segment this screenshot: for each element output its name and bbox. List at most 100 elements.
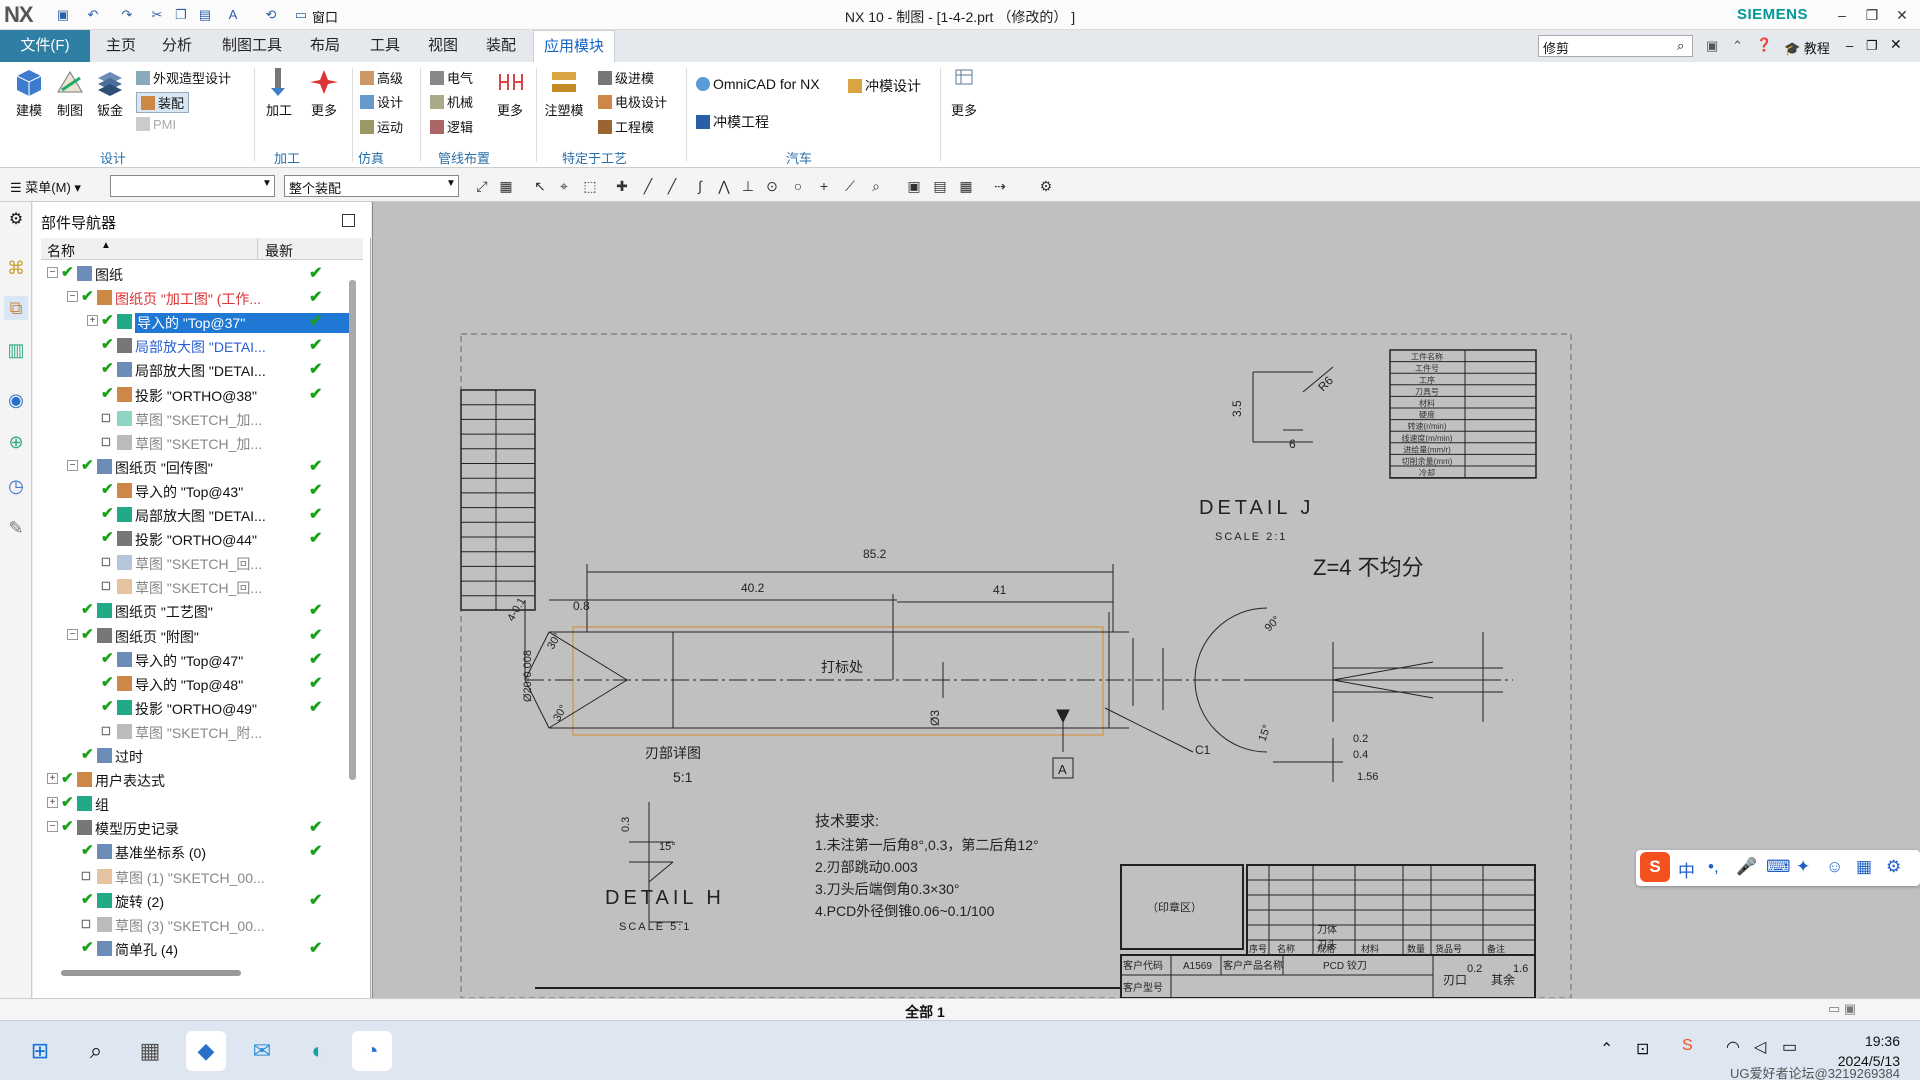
motion-button[interactable]: 运动 bbox=[360, 117, 403, 136]
intersect-icon[interactable]: ⊥ bbox=[738, 176, 758, 196]
cut-icon[interactable]: ✂ bbox=[148, 6, 166, 24]
visibility-check-icon[interactable]: ✔ bbox=[101, 673, 114, 691]
modeling-button[interactable]: 建模 bbox=[9, 66, 49, 119]
window-menu[interactable]: 窗口 bbox=[312, 7, 338, 26]
layer-icon[interactable]: ▦ bbox=[956, 176, 976, 196]
assembly-navigator-icon[interactable]: ⌘ bbox=[4, 256, 28, 280]
visibility-check-icon[interactable]: ✔ bbox=[81, 600, 94, 618]
layout-icon[interactable]: ▣ bbox=[1706, 38, 1718, 54]
end-point-icon[interactable]: ╱ bbox=[662, 176, 682, 196]
redo-icon[interactable]: ↷ bbox=[118, 6, 136, 24]
ime-settings-icon[interactable]: ⚙ bbox=[1886, 857, 1901, 877]
tree-row[interactable]: ✔ 图纸页 "工艺图" ✔ bbox=[41, 599, 373, 623]
browser-app-icon[interactable]: ◔ bbox=[352, 1031, 392, 1071]
visibility-check-icon[interactable]: ☐ bbox=[81, 918, 91, 931]
horizontal-scrollbar[interactable] bbox=[61, 970, 241, 976]
punctuation-icon[interactable]: •, bbox=[1708, 857, 1719, 877]
tab-view[interactable]: 视图 bbox=[418, 30, 468, 62]
tab-layout[interactable]: 布局 bbox=[300, 30, 350, 62]
part-navigator-icon[interactable]: ⧉ bbox=[4, 296, 28, 320]
search-icon[interactable]: ⌕ bbox=[1677, 38, 1684, 54]
collapse-ribbon-icon[interactable]: ⌃ bbox=[1732, 38, 1743, 54]
visibility-check-icon[interactable]: ☐ bbox=[101, 556, 111, 569]
tree-row[interactable]: ☐ 草图 "SKETCH_附... bbox=[41, 720, 373, 744]
type-filter-select[interactable] bbox=[110, 175, 275, 197]
tree-row[interactable]: ✔ 导入的 "Top@48" ✔ bbox=[41, 672, 373, 696]
expand-icon[interactable]: + bbox=[87, 315, 98, 327]
undo-icon[interactable]: ↶ bbox=[84, 6, 102, 24]
visibility-check-icon[interactable]: ✔ bbox=[81, 287, 94, 305]
tree-row[interactable]: ✔ 基准坐标系 (0) ✔ bbox=[41, 840, 373, 864]
collapse-icon[interactable]: − bbox=[47, 267, 58, 278]
curve-icon[interactable]: ∫ bbox=[690, 176, 710, 196]
visibility-check-icon[interactable]: ✔ bbox=[61, 263, 74, 281]
visibility-check-icon[interactable]: ✔ bbox=[81, 938, 94, 956]
tree-row[interactable]: + ✔ 导入的 "Top@37" ✔ bbox=[41, 310, 373, 334]
drafting-button[interactable]: 制图 bbox=[50, 66, 90, 119]
tree-row[interactable]: + ✔ 组 bbox=[41, 792, 373, 816]
electrode-design-button[interactable]: 电极设计 bbox=[598, 92, 667, 111]
tree-row[interactable]: − ✔ 图纸页 "附图" ✔ bbox=[41, 624, 373, 648]
history-icon[interactable]: ◷ bbox=[4, 474, 28, 498]
routing-more-button[interactable]: 更多 bbox=[490, 66, 530, 119]
settings-gear-icon[interactable]: ⚙ bbox=[4, 208, 28, 232]
center-icon[interactable]: ⊙ bbox=[762, 176, 782, 196]
window-icon[interactable]: ▭ bbox=[292, 6, 310, 24]
expand-icon[interactable]: + bbox=[47, 773, 58, 785]
command-search-input[interactable]: 修剪 bbox=[1538, 35, 1693, 57]
restore-button[interactable]: ❐ bbox=[1858, 4, 1886, 26]
sheet-metal-button[interactable]: 钣金 bbox=[90, 66, 130, 119]
reuse-library-icon[interactable]: ▥ bbox=[4, 338, 28, 362]
visibility-check-icon[interactable]: ✔ bbox=[81, 841, 94, 859]
wifi-icon[interactable]: ◠ bbox=[1726, 1037, 1740, 1057]
column-latest[interactable]: 最新 bbox=[265, 241, 293, 261]
tab-tools[interactable]: 工具 bbox=[360, 30, 410, 62]
visibility-check-icon[interactable]: ✔ bbox=[101, 311, 114, 329]
tab-application[interactable]: 应用模块 bbox=[533, 30, 616, 62]
toolbox-icon[interactable]: ▦ bbox=[1856, 857, 1872, 877]
keyboard-icon[interactable]: ⌨ bbox=[1766, 857, 1791, 877]
repeat-command-icon[interactable]: ⟲ bbox=[262, 6, 280, 24]
visibility-check-icon[interactable]: ✔ bbox=[81, 890, 94, 908]
render-icon[interactable]: ▤ bbox=[930, 176, 950, 196]
microphone-icon[interactable]: 🎤 bbox=[1736, 857, 1757, 877]
tutorial-link[interactable]: 🎓 教程 bbox=[1784, 38, 1830, 57]
tree-row[interactable]: ☐ 草图 (3) "SKETCH_00... bbox=[41, 913, 373, 937]
tree-row[interactable]: ✔ 投影 "ORTHO@38" ✔ bbox=[41, 383, 373, 407]
visibility-check-icon[interactable]: ✔ bbox=[81, 625, 94, 643]
visibility-check-icon[interactable]: ✔ bbox=[101, 528, 114, 546]
mechanical-button[interactable]: 机械 bbox=[430, 92, 473, 111]
die-engineering-button[interactable]: 冲模工程 bbox=[696, 112, 769, 132]
web-browser-icon[interactable]: ⊕ bbox=[4, 430, 28, 454]
visibility-check-icon[interactable]: ☐ bbox=[101, 725, 111, 738]
sogou-icon[interactable]: S bbox=[1640, 852, 1670, 882]
settings-icon[interactable]: ⚙ bbox=[1036, 176, 1056, 196]
manufacturing-button[interactable]: 加工 bbox=[259, 66, 299, 119]
point-on-curve-icon[interactable]: ⟋ bbox=[840, 176, 860, 196]
tree-row[interactable]: ☐ 草图 "SKETCH_回... bbox=[41, 551, 373, 575]
tab-assembly[interactable]: 装配 bbox=[476, 30, 526, 62]
pmi-button[interactable]: PMI bbox=[136, 117, 176, 132]
visibility-check-icon[interactable]: ☐ bbox=[101, 580, 111, 593]
die-design-button[interactable]: 冲模设计 bbox=[848, 76, 921, 96]
view-icon[interactable]: ▣ bbox=[904, 176, 924, 196]
visibility-check-icon[interactable]: ✔ bbox=[101, 649, 114, 667]
assembly-button[interactable]: 装配 bbox=[136, 92, 190, 113]
skin-icon[interactable]: ✦ bbox=[1796, 857, 1810, 877]
doc-restore-button[interactable]: ❐ bbox=[1866, 38, 1878, 54]
help-icon[interactable]: ❓ bbox=[1756, 37, 1772, 53]
expand-icon[interactable]: + bbox=[47, 797, 58, 809]
text-format-icon[interactable]: A bbox=[224, 6, 242, 24]
mold-wizard-button[interactable]: 注塑模 bbox=[544, 66, 584, 119]
lasso-icon[interactable]: ⌖ bbox=[554, 176, 574, 196]
visibility-check-icon[interactable]: ✔ bbox=[101, 335, 114, 353]
tray-chevron-icon[interactable]: ⌃ bbox=[1600, 1039, 1613, 1059]
circle-icon[interactable]: ○ bbox=[788, 176, 808, 196]
electrical-button[interactable]: 电气 bbox=[430, 68, 473, 87]
close-button[interactable]: ✕ bbox=[1888, 4, 1916, 26]
engineering-die-button[interactable]: 工程模 bbox=[598, 117, 654, 136]
collapse-icon[interactable]: − bbox=[67, 291, 78, 303]
tab-drafting-tools[interactable]: 制图工具 bbox=[212, 30, 292, 62]
visibility-check-icon[interactable]: ✔ bbox=[81, 745, 94, 763]
ribbon-more-button[interactable]: 更多 bbox=[944, 66, 984, 119]
